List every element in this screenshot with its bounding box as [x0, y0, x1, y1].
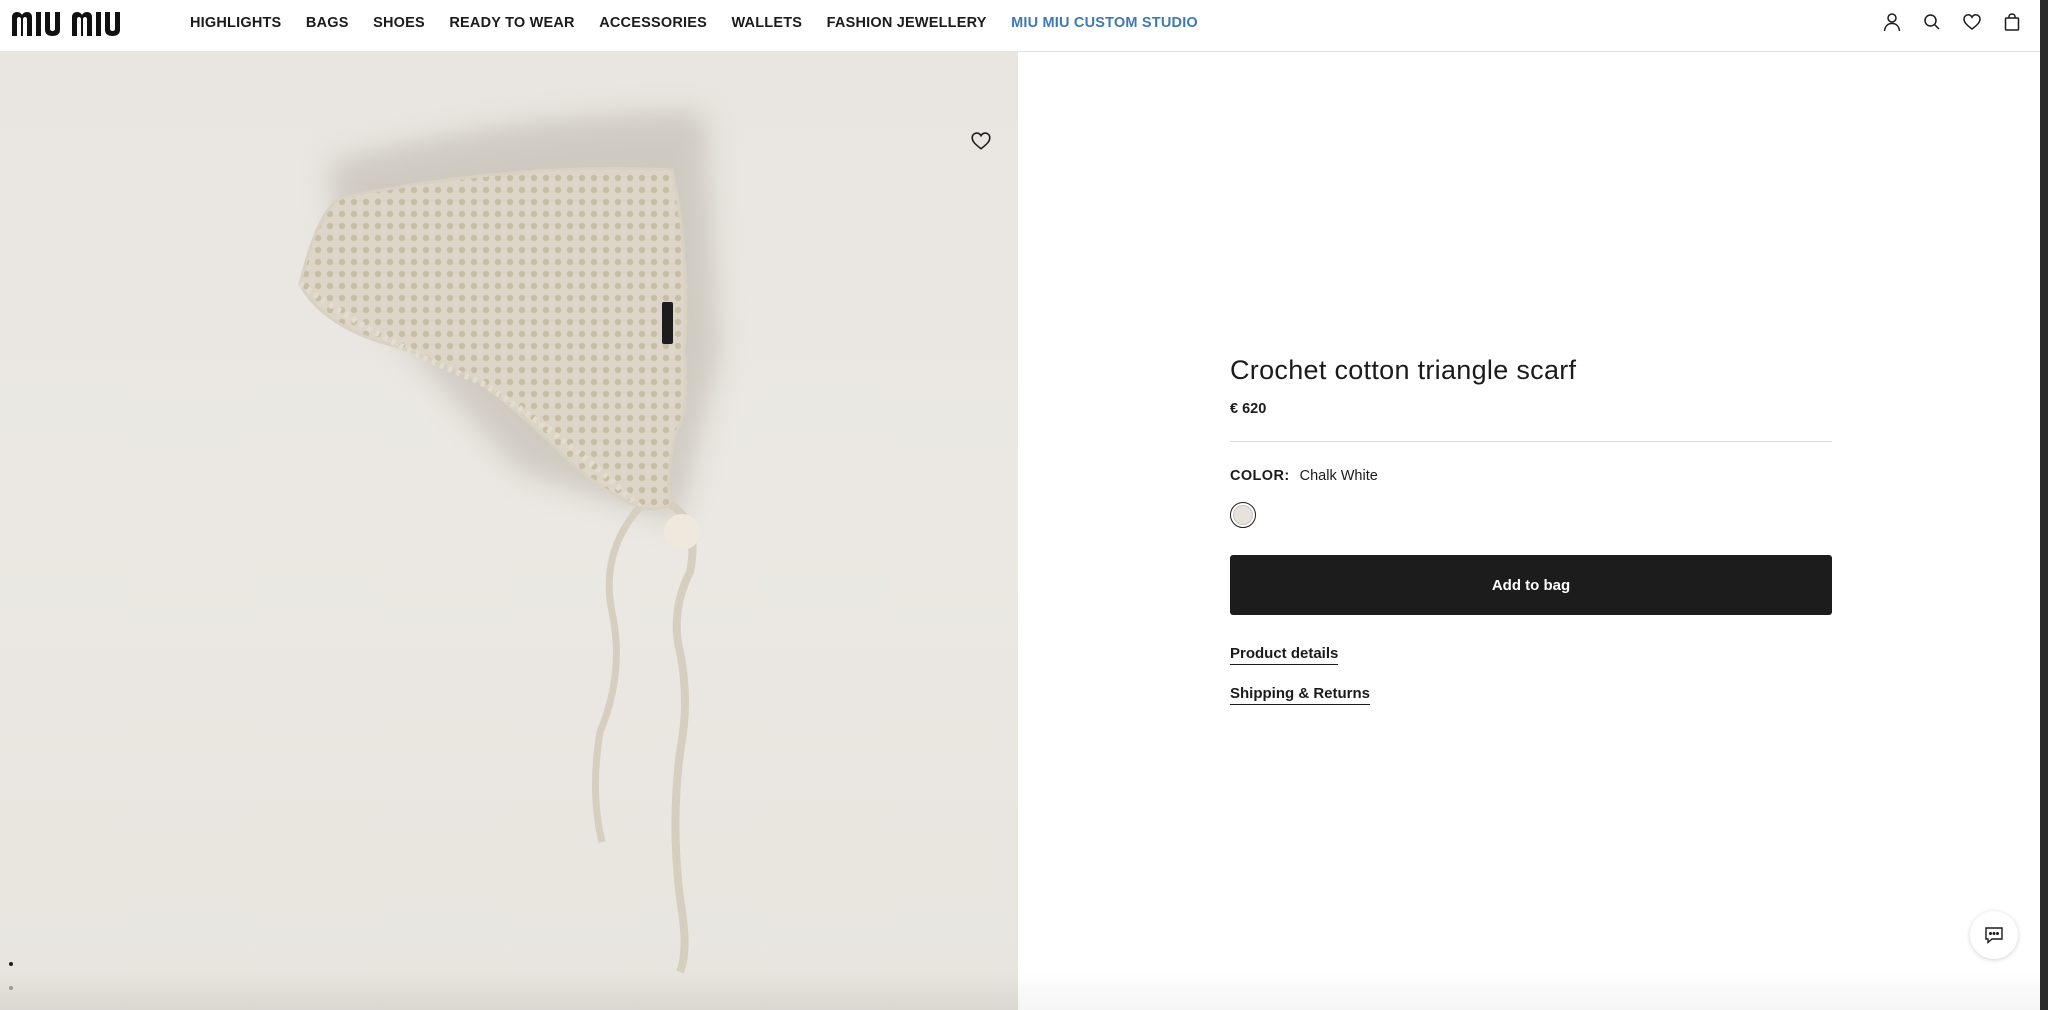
gallery-dot-1[interactable] — [9, 962, 13, 966]
nav-custom-studio[interactable]: MIU MIU CUSTOM STUDIO — [1011, 15, 1198, 31]
divider — [1230, 441, 1832, 442]
product-title: Crochet cotton triangle scarf — [1230, 355, 1577, 385]
nav-bags[interactable]: BAGS — [306, 15, 349, 31]
window-edge — [2040, 0, 2048, 1010]
main-nav: HIGHLIGHTS BAGS SHOES READY TO WEAR ACCE… — [190, 0, 1222, 46]
bag-icon[interactable] — [2002, 12, 2022, 32]
color-swatch-chalk-white[interactable] — [1230, 502, 1256, 528]
account-icon[interactable] — [1882, 12, 1902, 32]
site-header: HIGHLIGHTS BAGS SHOES READY TO WEAR ACCE… — [0, 0, 2048, 52]
nav-fashion-jewellery[interactable]: FASHION JEWELLERY — [827, 15, 987, 31]
swatch-fill — [1233, 505, 1253, 525]
nav-ready-to-wear[interactable]: READY TO WEAR — [449, 15, 574, 31]
product-info: Crochet cotton triangle scarf € 620 COLO… — [1230, 355, 1832, 705]
scarf-illustration — [298, 112, 720, 974]
brand-logo[interactable] — [12, 10, 164, 36]
nav-shoes[interactable]: SHOES — [373, 15, 425, 31]
wishlist-icon[interactable] — [1962, 12, 1982, 32]
color-row: COLOR: Chalk White — [1230, 468, 1832, 484]
header-actions — [1882, 12, 2022, 32]
shipping-returns-link[interactable]: Shipping & Returns — [1230, 685, 1370, 705]
product-image[interactable] — [0, 52, 1018, 1010]
gallery-dot-2[interactable] — [9, 986, 13, 990]
product-price: € 620 — [1230, 401, 1267, 417]
add-to-bag-button[interactable]: Add to bag — [1230, 555, 1832, 615]
product-details-link[interactable]: Product details — [1230, 645, 1339, 665]
color-value: Chalk White — [1299, 468, 1378, 484]
chat-icon — [1985, 927, 2003, 945]
nav-accessories[interactable]: ACCESSORIES — [599, 15, 707, 31]
nav-highlights[interactable]: HIGHLIGHTS — [190, 15, 281, 31]
chat-button[interactable] — [1970, 911, 2018, 959]
gallery-pagination — [9, 962, 13, 1010]
page-bottom-fade — [1018, 970, 2040, 1010]
add-to-wishlist-icon[interactable] — [970, 130, 992, 152]
image-bottom-shade — [0, 970, 1018, 1010]
nav-wallets[interactable]: WALLETS — [731, 15, 802, 31]
search-icon[interactable] — [1922, 12, 1942, 32]
color-label: COLOR: — [1230, 468, 1290, 484]
